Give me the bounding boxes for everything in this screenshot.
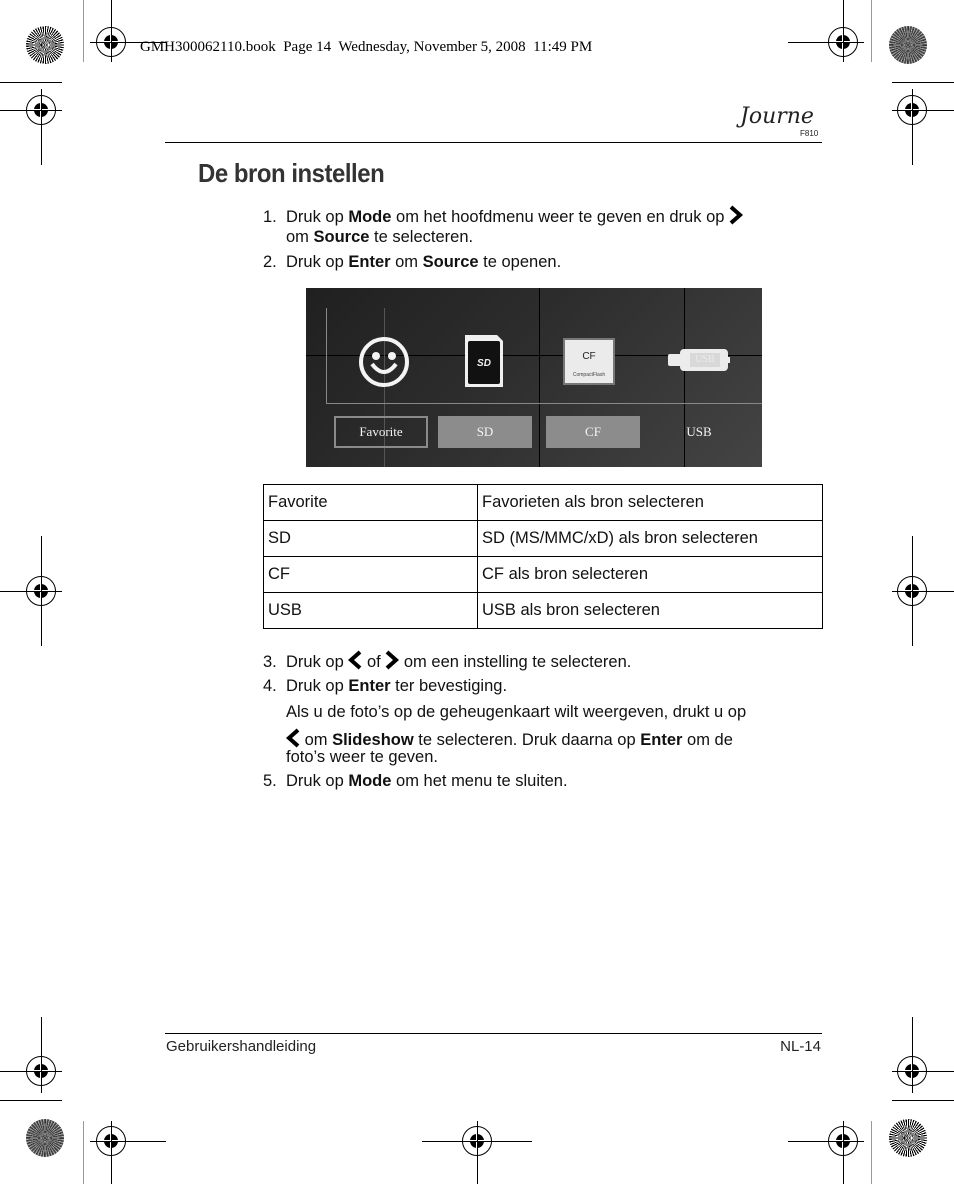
crop-line — [912, 1017, 913, 1093]
step-3: 3. Druk op of om een instelling te select… — [263, 650, 631, 673]
crop-line — [788, 1141, 864, 1142]
starburst-mark-top-left — [26, 26, 64, 64]
step-number: 4. — [263, 677, 277, 695]
tab-sd[interactable]: SD — [438, 416, 532, 448]
moire-mark-top-right — [889, 26, 927, 64]
page-title: De bron instellen — [198, 158, 385, 188]
header-rule — [165, 142, 822, 143]
source-table: Favorite Favorieten als bron selecteren S… — [263, 484, 823, 629]
page-number: NL-14 — [780, 1038, 821, 1055]
crop-line — [83, 0, 84, 62]
step-2: 2. Druk op Enter om Source te openen. — [263, 253, 562, 271]
starburst-mark-bottom-right — [889, 1119, 927, 1157]
source-menu-screenshot: SD CF CompactFlash USB Favorite SD CF US… — [306, 288, 762, 467]
crop-line — [892, 591, 954, 592]
tab-usb[interactable]: USB — [652, 416, 746, 448]
usb-drive-icon: USB — [668, 349, 730, 371]
crop-line — [892, 1100, 954, 1101]
step-1-continued: om Source te selecteren. — [286, 228, 474, 246]
step-4-note-line-1: Als u de foto’s op de geheugenkaart wilt… — [286, 703, 747, 721]
crop-line — [477, 1121, 478, 1184]
table-row: USB USB als bron selecteren — [263, 592, 823, 629]
step-number: 2. — [263, 253, 277, 271]
crop-line — [41, 536, 42, 646]
sd-card-icon: SD — [465, 335, 503, 387]
step-number: 5. — [263, 772, 277, 790]
table-row: SD SD (MS/MMC/xD) als bron selecteren — [263, 520, 823, 557]
crop-line — [871, 0, 872, 62]
step-number: 3. — [263, 653, 277, 671]
step-1: 1. Druk op Mode om het hoofdmenu weer te … — [263, 205, 744, 228]
crop-line — [892, 1071, 954, 1072]
crop-line — [0, 591, 62, 592]
brand-logo: Journe — [740, 104, 814, 129]
crop-line — [892, 82, 954, 83]
model-number: F810 — [800, 129, 819, 138]
crop-line — [843, 1121, 844, 1184]
crop-line — [83, 1121, 84, 1184]
print-slug: GMH300062110.book Page 14 Wednesday, Nov… — [140, 39, 593, 55]
chevron-left-icon — [286, 728, 300, 748]
key-enter: Enter — [348, 253, 391, 271]
key-mode: Mode — [348, 208, 392, 226]
step-5: 5. Druk op Mode om het menu te sluiten. — [263, 772, 568, 790]
step-4-note-line-3: foto’s weer te geven. — [286, 748, 438, 766]
cf-card-icon: CF CompactFlash — [563, 338, 615, 385]
chevron-left-icon — [348, 650, 362, 670]
crop-line — [912, 536, 913, 646]
crop-line — [892, 110, 954, 111]
crop-line — [111, 1121, 112, 1184]
chevron-right-icon — [729, 205, 744, 225]
chevron-right-icon — [385, 650, 400, 670]
key-mode: Mode — [348, 772, 392, 790]
manual-name: Gebruikershandleiding — [166, 1038, 317, 1055]
crop-line — [788, 42, 864, 43]
smiley-icon — [359, 337, 409, 387]
step-4: 4. Druk op Enter ter bevestiging. — [263, 677, 508, 695]
crop-line — [871, 1121, 872, 1184]
crop-line — [843, 0, 844, 62]
crop-line — [0, 1071, 62, 1072]
key-enter: Enter — [640, 731, 683, 749]
step-number: 1. — [263, 208, 277, 226]
crop-line — [41, 1017, 42, 1093]
svg-text:SD: SD — [477, 358, 491, 369]
key-source: Source — [313, 228, 370, 246]
crop-line — [111, 0, 112, 62]
tab-cf[interactable]: CF — [546, 416, 640, 448]
crop-line — [41, 89, 42, 165]
tab-favorite[interactable]: Favorite — [334, 416, 428, 448]
table-row: Favorite Favorieten als bron selecteren — [263, 484, 823, 521]
footer-rule — [165, 1033, 822, 1034]
crop-line — [912, 89, 913, 165]
crop-line — [0, 82, 62, 83]
crop-line — [0, 110, 62, 111]
key-enter: Enter — [348, 677, 391, 695]
moire-mark-bottom-left — [26, 1119, 64, 1157]
crop-line — [0, 1100, 62, 1101]
key-source: Source — [422, 253, 479, 271]
table-row: CF CF als bron selecteren — [263, 556, 823, 593]
crop-line — [90, 1141, 166, 1142]
